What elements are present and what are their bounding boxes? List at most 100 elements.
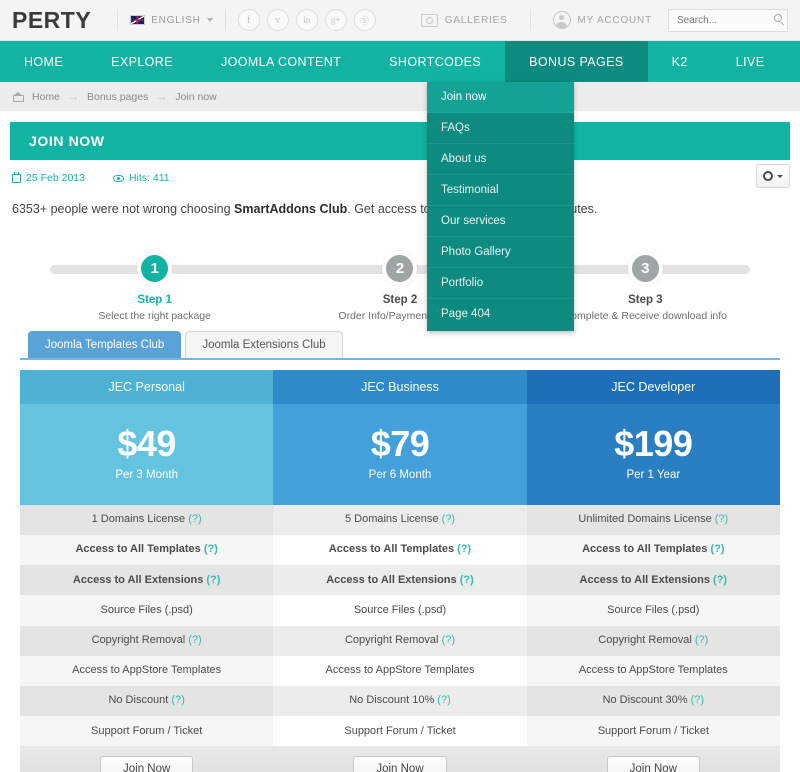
search-input[interactable]: [668, 9, 788, 32]
nav-item-explore[interactable]: EXPLORE: [87, 41, 197, 82]
search-icon[interactable]: [774, 14, 782, 22]
feature-row: Copyright Removal (?): [20, 626, 273, 656]
feature-text: Access to All Templates: [582, 543, 707, 555]
article-hits-label: Hits: 411: [129, 172, 170, 184]
help-icon[interactable]: (?): [188, 634, 201, 646]
plan-price-block: $199 Per 1 Year: [527, 404, 780, 505]
join-now-button-business[interactable]: Join Now: [353, 756, 446, 772]
camera-icon: [421, 14, 438, 27]
feature-text: No Discount 30%: [603, 694, 688, 706]
help-icon[interactable]: (?): [437, 694, 450, 706]
pinterest-icon[interactable]: Ⓢ: [354, 9, 376, 31]
help-icon[interactable]: (?): [442, 513, 455, 525]
help-icon[interactable]: (?): [204, 543, 218, 555]
top-bar-right: GALLERIES MY ACCOUNT: [411, 9, 788, 32]
dropdown-item-page-404[interactable]: Page 404: [427, 299, 574, 329]
join-now-button-developer[interactable]: Join Now: [607, 756, 700, 772]
help-icon[interactable]: (?): [691, 694, 704, 706]
breadcrumb-bonus-pages[interactable]: Bonus pages: [87, 91, 148, 103]
feature-text: Access to AppStore Templates: [72, 664, 221, 676]
cta-cell: Join Now: [273, 756, 526, 772]
step-1-desc: Select the right package: [98, 310, 211, 322]
googleplus-icon[interactable]: g+: [325, 9, 347, 31]
help-icon[interactable]: (?): [188, 513, 201, 525]
help-icon[interactable]: (?): [713, 574, 727, 586]
galleries-link[interactable]: GALLERIES: [411, 14, 518, 27]
twitter-icon[interactable]: ᴠ: [267, 9, 289, 31]
feature-row: Support Forum / Ticket: [527, 716, 780, 746]
help-icon[interactable]: (?): [715, 513, 728, 525]
home-icon: [12, 92, 23, 101]
help-icon[interactable]: (?): [457, 543, 471, 555]
divider: [225, 9, 226, 31]
social-links: f ᴠ in g+ Ⓢ: [238, 9, 376, 31]
page-title: JOIN NOW: [29, 133, 105, 149]
facebook-icon[interactable]: f: [238, 9, 260, 31]
step-1[interactable]: 1 Step 1 Select the right package: [32, 251, 277, 322]
feature-row: Source Files (.psd): [527, 595, 780, 625]
nav-item-shortcodes[interactable]: SHORTCODES: [365, 41, 505, 82]
site-logo[interactable]: PERTY: [12, 7, 105, 34]
my-account-link[interactable]: MY ACCOUNT: [543, 11, 663, 29]
feature-text: Source Files (.psd): [101, 604, 193, 616]
feature-row: Access to All Templates (?): [273, 535, 526, 565]
feature-row: Source Files (.psd): [20, 595, 273, 625]
help-icon[interactable]: (?): [442, 634, 455, 646]
help-icon[interactable]: (?): [710, 543, 724, 555]
uk-flag-icon: [130, 15, 145, 25]
dropdown-item-testimonial[interactable]: Testimonial: [427, 175, 574, 206]
feature-row: Copyright Removal (?): [527, 626, 780, 656]
cta-cell: Join Now: [527, 756, 780, 772]
dropdown-item-portfolio[interactable]: Portfolio: [427, 268, 574, 299]
dropdown-item-about-us[interactable]: About us: [427, 144, 574, 175]
feature-text: Access to AppStore Templates: [325, 664, 474, 676]
dropdown-item-faqs[interactable]: FAQs: [427, 113, 574, 144]
feature-row: Access to AppStore Templates: [20, 656, 273, 686]
help-icon[interactable]: (?): [171, 694, 184, 706]
nav-item-bonus-pages[interactable]: BONUS PAGES: [505, 41, 647, 82]
feature-row: No Discount (?): [20, 686, 273, 716]
nav-item-live[interactable]: LIVE: [712, 41, 789, 82]
join-now-button-personal[interactable]: Join Now: [100, 756, 193, 772]
feature-row: Access to All Extensions (?): [273, 565, 526, 595]
feature-text: Source Files (.psd): [607, 604, 699, 616]
feature-text: Access to All Extensions: [73, 574, 203, 586]
dropdown-item-our-services[interactable]: Our services: [427, 206, 574, 237]
nav-item-home[interactable]: HOME: [0, 41, 87, 82]
dropdown-item-join-now[interactable]: Join now: [427, 82, 574, 113]
gear-icon: [763, 171, 773, 181]
feature-row: Support Forum / Ticket: [20, 716, 273, 746]
settings-button[interactable]: [756, 164, 790, 188]
plan-period: Per 3 Month: [20, 469, 273, 481]
linkedin-icon[interactable]: in: [296, 9, 318, 31]
plan-period: Per 1 Year: [527, 469, 780, 481]
calendar-icon: [12, 174, 21, 183]
pricing-column-business: JEC Business $79 Per 6 Month 5 Domains L…: [273, 370, 526, 747]
help-icon[interactable]: (?): [695, 634, 708, 646]
plan-price: $79: [273, 426, 526, 462]
dropdown-item-photo-gallery[interactable]: Photo Gallery: [427, 237, 574, 268]
feature-row: Unlimited Domains License (?): [527, 505, 780, 535]
page-content: JOIN NOW 25 Feb 2013 Hits: 411 6353+ peo…: [0, 111, 800, 772]
feature-text: Support Forum / Ticket: [598, 725, 709, 737]
top-bar: PERTY ENGLISH f ᴠ in g+ Ⓢ GALLERIES MY A…: [0, 0, 800, 41]
feature-row: Access to All Templates (?): [527, 535, 780, 565]
cta-cell: Join Now: [20, 756, 273, 772]
club-tabs: Joomla Templates Club Joomla Extensions …: [20, 331, 780, 360]
language-selector[interactable]: ENGLISH: [130, 15, 213, 26]
feature-row: Support Forum / Ticket: [273, 716, 526, 746]
tab-joomla-extensions-club[interactable]: Joomla Extensions Club: [185, 331, 342, 358]
nav-item-k2[interactable]: K2: [648, 41, 712, 82]
step-3-title: Step 3: [628, 294, 663, 306]
tab-joomla-templates-club[interactable]: Joomla Templates Club: [28, 331, 181, 358]
feature-row: No Discount 30% (?): [527, 686, 780, 716]
help-icon[interactable]: (?): [206, 574, 220, 586]
help-icon[interactable]: (?): [460, 574, 474, 586]
nav-item-joomla-content[interactable]: JOOMLA CONTENT: [197, 41, 365, 82]
pricing-column-developer: JEC Developer $199 Per 1 Year Unlimited …: [527, 370, 780, 747]
search-box: [668, 9, 788, 32]
nav-item-blog[interactable]: BLOG: [788, 41, 800, 82]
article-date-label: 25 Feb 2013: [26, 172, 85, 184]
article-hits: Hits: 411: [113, 172, 170, 184]
breadcrumb-home[interactable]: Home: [32, 91, 60, 103]
